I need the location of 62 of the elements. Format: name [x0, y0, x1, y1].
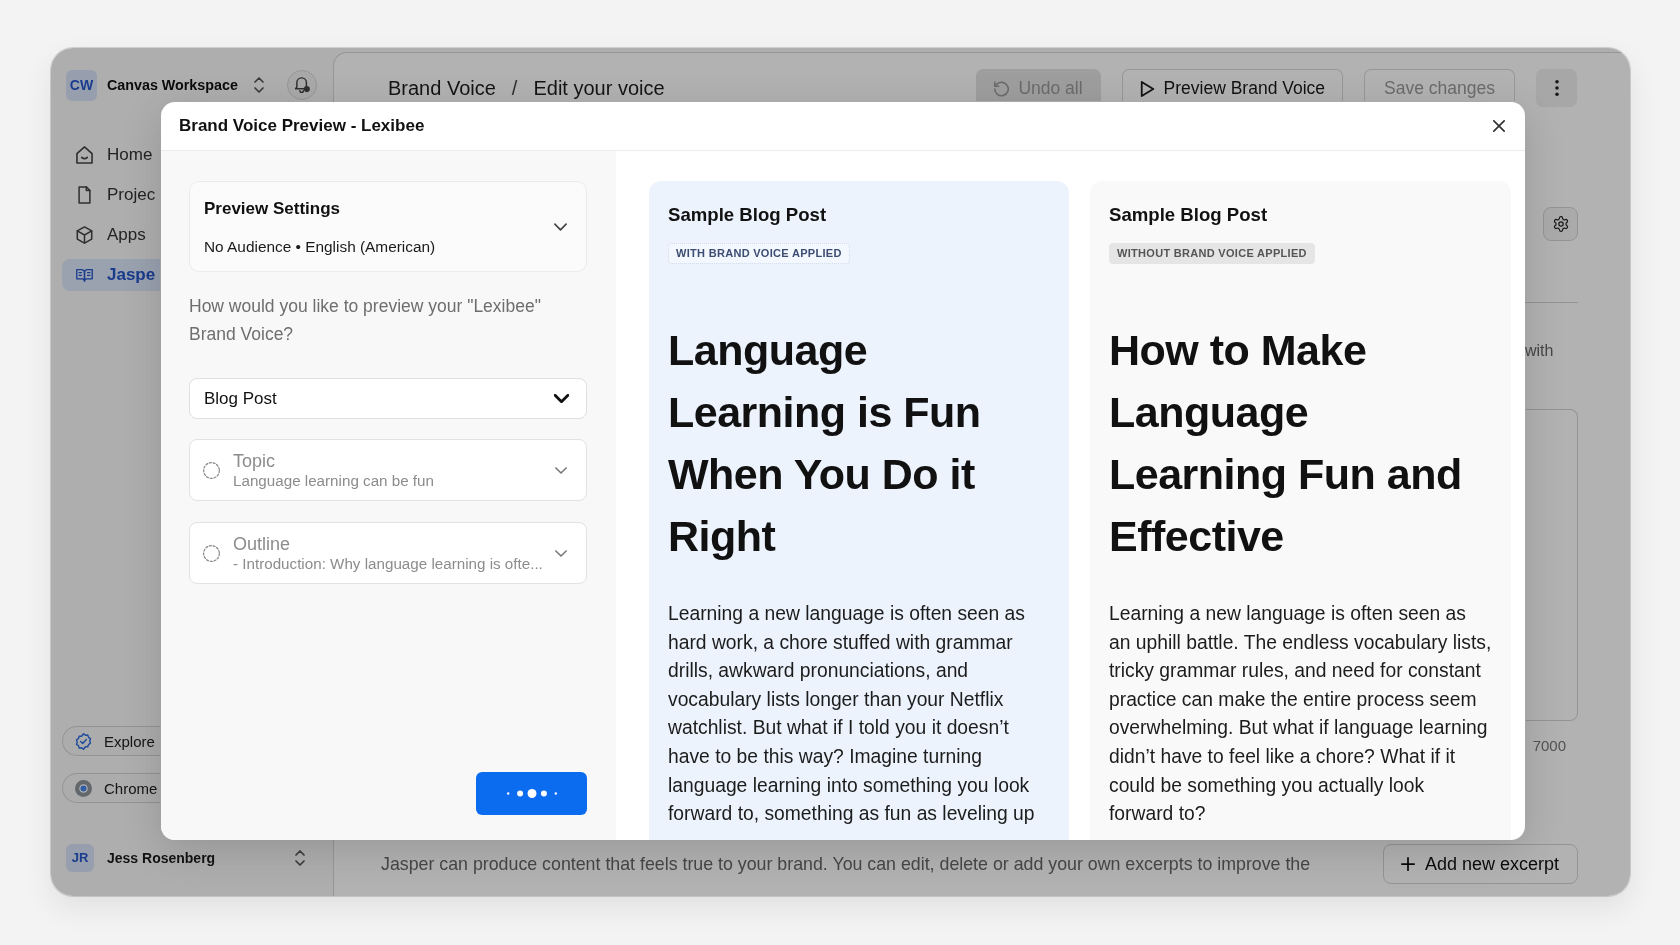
dashed-circle-icon [203, 544, 220, 562]
add-excerpt-button[interactable]: Add new excerpt [1382, 844, 1578, 884]
close-icon [1493, 120, 1505, 132]
helper-text: with [1525, 341, 1555, 361]
input-value: Language learning can be fun [233, 471, 434, 490]
settings-button[interactable] [1543, 207, 1578, 241]
preview-question: How would you like to preview your "Lexibee" Brand Voice? [189, 295, 542, 346]
card-title: Sample Blog Post [668, 203, 828, 227]
play-icon [1139, 80, 1155, 97]
dashed-circle-icon [203, 461, 220, 479]
settings-panel[interactable]: Preview Settings No Audience • English (American) [189, 181, 587, 272]
notifications-button[interactable] [287, 70, 317, 100]
card-title: Sample Blog Post [1109, 203, 1269, 227]
open-book-icon [76, 266, 93, 284]
loading-dots-icon [506, 789, 557, 798]
input-label: Outline [233, 533, 292, 554]
user-name[interactable]: Jess Rosenberg [107, 849, 216, 866]
chevron-down-icon [555, 466, 567, 474]
breadcrumb-current: Edit your voice [533, 76, 665, 100]
plus-icon [1400, 857, 1415, 871]
excerpts-description: Jasper can produce content that feels true to your brand. You can edit, delete or add your own excerpts to improve the [381, 853, 1311, 875]
post-body: Learning a new language is often seen as an uphill battle. The endless vocabulary lists, tricky grammar rules, and need for constant practice can make the entire process seem overwhelming. But what if language learning didn’t have to feel like a chore? What if it could be something you actually look forward to? [1109, 602, 1492, 827]
input-label: Topic [233, 450, 277, 471]
more-options-icon [1554, 80, 1559, 96]
user-avatar: JR [66, 843, 94, 872]
workspace-avatar: CW [66, 69, 97, 101]
chevron-down-icon [555, 549, 567, 557]
status-badge: WITHOUT BRAND VOICE APPLIED [1109, 243, 1315, 264]
nav-item[interactable]: Jaspe [62, 259, 160, 291]
bell-icon [293, 77, 311, 93]
character-count: 7000 [1531, 736, 1567, 756]
settings-summary: No Audience • English (American) [204, 236, 436, 257]
shortcut-button[interactable]: Explore [62, 726, 160, 756]
badge-check-icon [75, 732, 92, 750]
chevron-up-down-icon [295, 849, 305, 866]
status-badge: WITH BRAND VOICE APPLIED [668, 243, 850, 264]
content-type-select[interactable]: Blog Post [189, 378, 587, 419]
input-value: - Introduction: Why language learning is ofte... [233, 553, 543, 573]
shortcut-button[interactable]: Chrome [62, 773, 160, 803]
more-button[interactable] [1536, 69, 1577, 107]
undo-icon [994, 80, 1010, 97]
generate-button[interactable] [476, 772, 587, 815]
dialog-title: Brand Voice Preview - Lexibee [179, 116, 425, 136]
post-heading: How to Make Language Learning Fun and Effective [1109, 325, 1463, 562]
nav-item[interactable]: Home [62, 139, 160, 171]
nav-item[interactable]: Apps [62, 219, 160, 251]
circle-logo-icon [75, 779, 92, 797]
breadcrumb-separator: / [511, 76, 518, 100]
toolbar-button[interactable]: Preview Brand Voice [1121, 69, 1344, 101]
chevron-down-icon [554, 394, 569, 403]
workspace-name[interactable]: Canvas Workspace [107, 77, 238, 93]
chevron-up-down-icon [253, 77, 264, 93]
text-area-field[interactable] [1526, 409, 1578, 721]
post-heading: Language Learning is Fun When You Do it Right [668, 325, 982, 562]
nav-item[interactable]: Projec [62, 179, 160, 211]
cube-icon [76, 226, 93, 244]
home-icon [76, 146, 93, 164]
settings-icon [1552, 216, 1569, 232]
post-body: Learning a new language is often seen as hard work, a chore stuffed with grammar drills, awkward pronunciations, and vocabulary lists longer than your Netflix watchlist. But what if I told you it doesn’t have to be this way? Imagine turning language learning into something you look forward to, something as fun as leveling up [668, 602, 1036, 827]
document-icon [76, 186, 93, 204]
settings-title: Preview Settings [204, 197, 342, 220]
breadcrumb-link[interactable]: Brand Voice [388, 76, 496, 100]
